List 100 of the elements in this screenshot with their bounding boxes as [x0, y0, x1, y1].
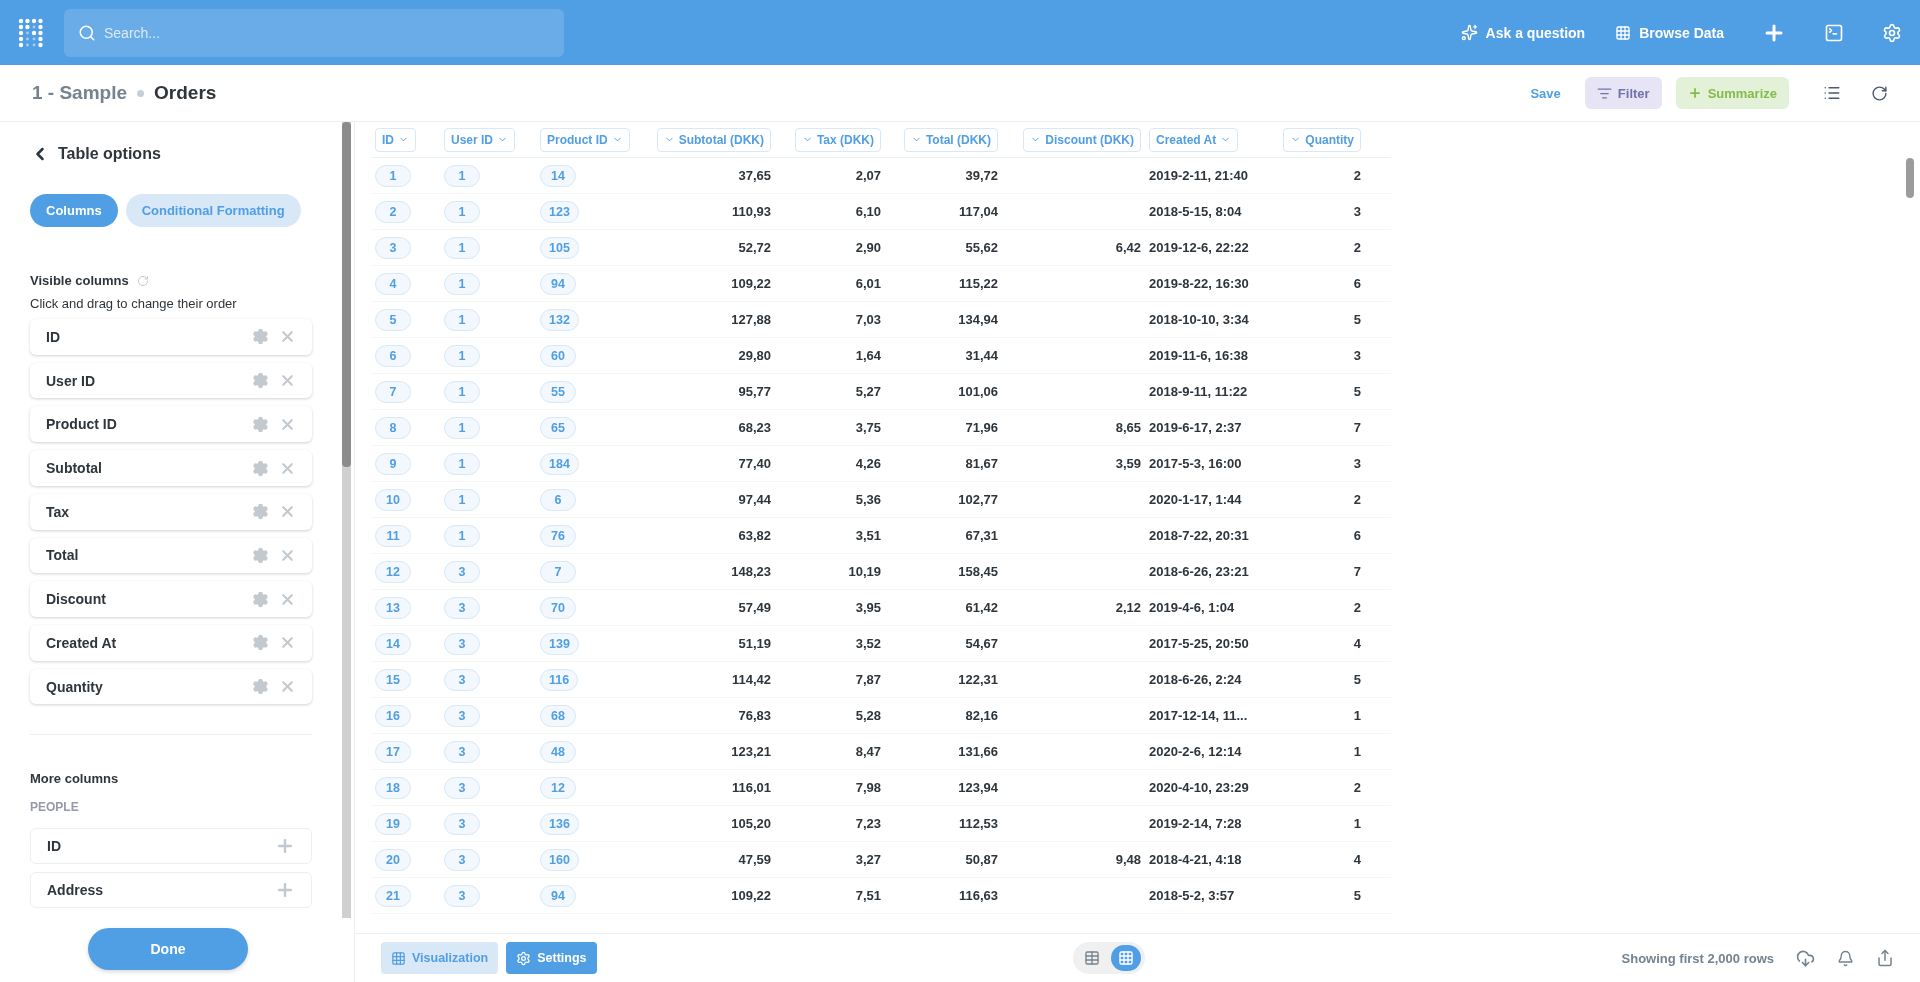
id-link[interactable]: 136	[540, 812, 579, 835]
settings-icon[interactable]	[252, 415, 269, 433]
id-link[interactable]: 184	[540, 452, 579, 475]
id-link[interactable]: 3	[444, 812, 480, 835]
id-link[interactable]: 6	[540, 488, 576, 511]
id-link[interactable]: 1	[444, 380, 480, 403]
id-link[interactable]: 65	[540, 416, 576, 439]
grid-view-icon[interactable]	[1111, 945, 1142, 971]
id-link[interactable]: 15	[375, 668, 411, 691]
id-link[interactable]: 17	[375, 740, 411, 763]
tab[interactable]: Columns	[30, 194, 118, 227]
done-button[interactable]: Done	[88, 928, 248, 970]
id-link[interactable]: 2	[375, 200, 411, 223]
column-header[interactable]: Product ID	[540, 127, 630, 152]
id-link[interactable]: 3	[444, 884, 480, 907]
id-link[interactable]: 3	[444, 848, 480, 871]
collection-link[interactable]: 1 - Sample	[32, 82, 128, 104]
id-link[interactable]: 21	[375, 884, 411, 907]
id-link[interactable]: 1	[444, 308, 480, 331]
column-item[interactable]: Subtotal	[30, 450, 312, 486]
id-link[interactable]: 1	[444, 200, 480, 223]
id-link[interactable]: 14	[375, 632, 411, 655]
id-link[interactable]: 12	[375, 560, 411, 583]
column-item[interactable]: Created At	[30, 625, 312, 661]
id-link[interactable]: 1	[375, 164, 411, 187]
id-link[interactable]: 160	[540, 848, 579, 871]
id-link[interactable]: 1	[444, 524, 480, 547]
id-link[interactable]: 19	[375, 812, 411, 835]
id-link[interactable]: 70	[540, 596, 576, 619]
id-link[interactable]: 3	[444, 704, 480, 727]
column-item[interactable]: ID	[30, 319, 312, 355]
id-link[interactable]: 94	[540, 884, 576, 907]
column-item[interactable]: Tax	[30, 493, 312, 530]
id-link[interactable]: 20	[375, 848, 411, 871]
id-link[interactable]: 12	[540, 776, 576, 799]
id-link[interactable]: 105	[540, 236, 579, 259]
column-item[interactable]: Discount	[30, 581, 312, 618]
save-link[interactable]: Save	[1530, 85, 1561, 101]
download-icon[interactable]	[1796, 948, 1815, 968]
id-link[interactable]: 10	[375, 488, 411, 511]
column-header[interactable]: Quantity	[1283, 127, 1361, 152]
id-link[interactable]: 4	[375, 272, 411, 295]
bell-icon[interactable]	[1837, 949, 1854, 967]
id-link[interactable]: 139	[540, 632, 579, 655]
id-link[interactable]: 1	[444, 488, 480, 511]
settings-icon[interactable]	[252, 590, 269, 608]
reset-icon[interactable]	[136, 274, 149, 287]
id-link[interactable]: 1	[444, 236, 480, 259]
column-header[interactable]: ID	[375, 127, 416, 152]
logo-icon[interactable]	[18, 17, 44, 48]
column-item[interactable]: ID	[30, 828, 312, 865]
id-link[interactable]: 16	[375, 704, 411, 727]
settings-button[interactable]: Settings	[506, 942, 597, 974]
list-icon[interactable]	[1823, 84, 1841, 102]
id-link[interactable]: 3	[444, 560, 480, 583]
share-icon[interactable]	[1876, 949, 1894, 967]
id-link[interactable]: 11	[375, 524, 411, 547]
tab[interactable]: Conditional Formatting	[125, 194, 301, 227]
id-link[interactable]: 76	[540, 524, 576, 547]
column-header[interactable]: Subtotal (DKK)	[656, 127, 771, 152]
column-header[interactable]: Discount (DKK)	[1023, 127, 1141, 152]
settings-icon[interactable]	[252, 546, 269, 564]
scrollbar[interactable]	[342, 122, 351, 918]
column-item[interactable]: Quantity	[30, 668, 312, 705]
id-link[interactable]: 6	[375, 344, 411, 367]
id-link[interactable]: 1	[444, 164, 480, 187]
settings-icon[interactable]	[252, 678, 269, 696]
id-link[interactable]: 3	[375, 236, 411, 259]
scrollbar[interactable]	[1906, 158, 1914, 198]
id-link[interactable]: 116	[540, 668, 579, 691]
refresh-icon[interactable]	[1871, 84, 1888, 102]
id-link[interactable]: 68	[540, 704, 576, 727]
nav-link[interactable]: Ask a question	[1460, 24, 1586, 41]
column-header[interactable]: User ID	[444, 127, 516, 152]
settings-icon[interactable]	[252, 634, 269, 652]
settings-icon[interactable]	[252, 503, 269, 521]
column-item[interactable]: Address	[30, 872, 312, 908]
id-link[interactable]: 13	[375, 596, 411, 619]
settings-icon[interactable]	[252, 372, 269, 390]
column-item[interactable]: Product ID	[30, 406, 312, 443]
id-link[interactable]: 14	[540, 164, 576, 187]
id-link[interactable]: 3	[444, 776, 480, 799]
filter-button[interactable]: Filter	[1584, 77, 1662, 109]
id-link[interactable]: 1	[444, 344, 480, 367]
id-link[interactable]: 3	[444, 596, 480, 619]
id-link[interactable]: 7	[540, 560, 576, 583]
settings-icon[interactable]	[252, 328, 269, 346]
id-link[interactable]: 7	[375, 380, 411, 403]
id-link[interactable]: 55	[540, 380, 576, 403]
id-link[interactable]: 8	[375, 416, 411, 439]
column-header[interactable]: Total (DKK)	[903, 127, 998, 152]
id-link[interactable]: 132	[540, 308, 579, 331]
id-link[interactable]: 3	[444, 668, 480, 691]
id-link[interactable]: 5	[375, 308, 411, 331]
visualization-button[interactable]: Visualization	[381, 942, 499, 974]
id-link[interactable]: 1	[444, 452, 480, 475]
terminal-icon[interactable]	[1824, 22, 1844, 43]
nav-link[interactable]: Browse Data	[1615, 24, 1724, 41]
id-link[interactable]: 123	[540, 200, 579, 223]
id-link[interactable]: 18	[375, 776, 411, 799]
